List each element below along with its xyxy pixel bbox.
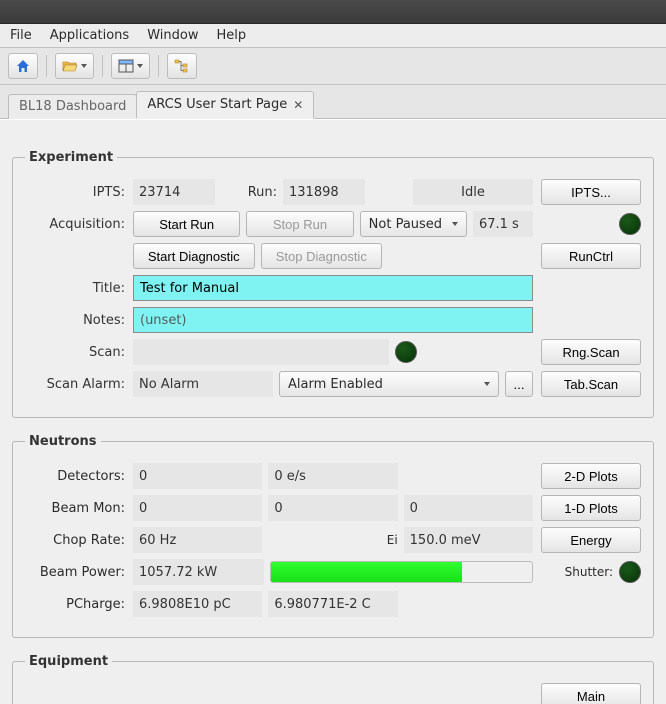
folder-open-icon <box>62 59 78 73</box>
beam-power-progress <box>270 561 533 583</box>
tab-scan-button[interactable]: Tab.Scan <box>541 371 641 397</box>
menu-file[interactable]: File <box>10 28 32 43</box>
toolbar-separator <box>46 55 47 77</box>
scan-led-icon <box>395 341 417 363</box>
home-button[interactable] <box>8 53 38 79</box>
acquisition-led-icon <box>619 213 641 235</box>
toolbar-separator <box>102 55 103 77</box>
experiment-legend: Experiment <box>25 150 117 165</box>
window-titlebar <box>0 0 666 24</box>
page-content: Experiment IPTS: 23714 Run: 131898 Idle … <box>4 124 662 704</box>
detectors-rate: 0 e/s <box>268 463 397 489</box>
title-input[interactable]: Test for Manual <box>133 275 533 301</box>
equipment-main-button[interactable]: Main <box>541 683 641 704</box>
close-icon[interactable]: ✕ <box>293 98 303 112</box>
tabbar: BL18 Dashboard ARCS User Start Page ✕ <box>0 85 666 119</box>
beam-mon-3: 0 <box>404 495 533 521</box>
alarm-options-button[interactable]: ... <box>505 371 533 397</box>
start-diagnostic-button[interactable]: Start Diagnostic <box>133 243 255 269</box>
energy-button[interactable]: Energy <box>541 527 641 553</box>
beam-power-label: Beam Power: <box>25 565 125 580</box>
home-icon <box>15 58 31 74</box>
equipment-group: Equipment Main <box>12 654 654 704</box>
beam-power-value: 1057.72 kW <box>133 559 264 585</box>
elapsed-time: 67.1 s <box>473 211 533 237</box>
layout-button[interactable] <box>111 53 150 79</box>
menu-window[interactable]: Window <box>147 28 198 43</box>
ipts-button[interactable]: IPTS... <box>541 179 641 205</box>
neutrons-group: Neutrons Detectors: 0 0 e/s 2-D Plots Be… <box>12 434 654 638</box>
chevron-down-icon <box>81 64 87 68</box>
scan-label: Scan: <box>25 345 125 360</box>
tab-bl18-dashboard[interactable]: BL18 Dashboard <box>8 94 137 119</box>
open-button[interactable] <box>55 53 94 79</box>
tree-button[interactable] <box>167 53 197 79</box>
runctrl-button[interactable]: RunCtrl <box>541 243 641 269</box>
beam-mon-2: 0 <box>268 495 397 521</box>
stop-diagnostic-button[interactable]: Stop Diagnostic <box>261 243 383 269</box>
shutter-label: Shutter: <box>565 565 613 579</box>
scan-alarm-label: Scan Alarm: <box>25 377 125 392</box>
menu-applications[interactable]: Applications <box>50 28 129 43</box>
chevron-down-icon <box>452 222 458 226</box>
pcharge-pc: 6.9808E10 pC <box>133 591 262 617</box>
beam-mon-1: 0 <box>133 495 262 521</box>
chop-rate-label: Chop Rate: <box>25 533 125 548</box>
neutrons-legend: Neutrons <box>25 434 101 449</box>
ei-value: 150.0 meV <box>404 527 533 553</box>
menubar: File Applications Window Help <box>0 24 666 48</box>
ei-label: Ei <box>387 533 398 547</box>
workspace: Experiment IPTS: 23714 Run: 131898 Idle … <box>0 119 666 704</box>
plots-1d-button[interactable]: 1-D Plots <box>541 495 641 521</box>
shutter-led-icon <box>619 561 641 583</box>
detectors-label: Detectors: <box>25 469 125 484</box>
start-run-button[interactable]: Start Run <box>133 211 240 237</box>
alarm-enabled-select[interactable]: Alarm Enabled <box>279 371 499 397</box>
chevron-down-icon <box>484 382 490 386</box>
tab-label: ARCS User Start Page <box>147 97 287 112</box>
scan-alarm-value: No Alarm <box>133 371 273 397</box>
acquisition-label: Acquisition: <box>25 217 125 232</box>
run-status: Idle <box>413 179 533 205</box>
stop-run-button[interactable]: Stop Run <box>246 211 353 237</box>
pcharge-label: PCharge: <box>25 597 125 612</box>
menu-help[interactable]: Help <box>216 28 246 43</box>
pane-layout-icon <box>118 59 134 73</box>
ipts-label: IPTS: <box>25 185 125 200</box>
toolbar-separator <box>158 55 159 77</box>
pcharge-c: 6.980771E-2 C <box>268 591 397 617</box>
title-label: Title: <box>25 281 125 296</box>
tab-arcs-user-start-page[interactable]: ARCS User Start Page ✕ <box>136 91 314 118</box>
experiment-group: Experiment IPTS: 23714 Run: 131898 Idle … <box>12 150 654 418</box>
chevron-down-icon <box>137 64 143 68</box>
beam-power-progress-bar <box>271 562 461 582</box>
tree-icon <box>174 59 190 73</box>
pause-state-value: Not Paused <box>369 217 442 232</box>
notes-input[interactable]: (unset) <box>133 307 533 333</box>
rng-scan-button[interactable]: Rng.Scan <box>541 339 641 365</box>
alarm-enabled-value: Alarm Enabled <box>288 377 383 392</box>
toolbar <box>0 48 666 85</box>
run-label: Run: <box>221 185 277 200</box>
tab-label: BL18 Dashboard <box>19 99 126 114</box>
plots-2d-button[interactable]: 2-D Plots <box>541 463 641 489</box>
pause-state-select[interactable]: Not Paused <box>360 211 467 237</box>
chop-rate-value: 60 Hz <box>133 527 262 553</box>
equipment-legend: Equipment <box>25 654 112 669</box>
beam-mon-label: Beam Mon: <box>25 501 125 516</box>
notes-label: Notes: <box>25 313 125 328</box>
ipts-value: 23714 <box>133 179 215 205</box>
scan-value <box>133 339 389 365</box>
detectors-count: 0 <box>133 463 262 489</box>
run-value: 131898 <box>283 179 365 205</box>
